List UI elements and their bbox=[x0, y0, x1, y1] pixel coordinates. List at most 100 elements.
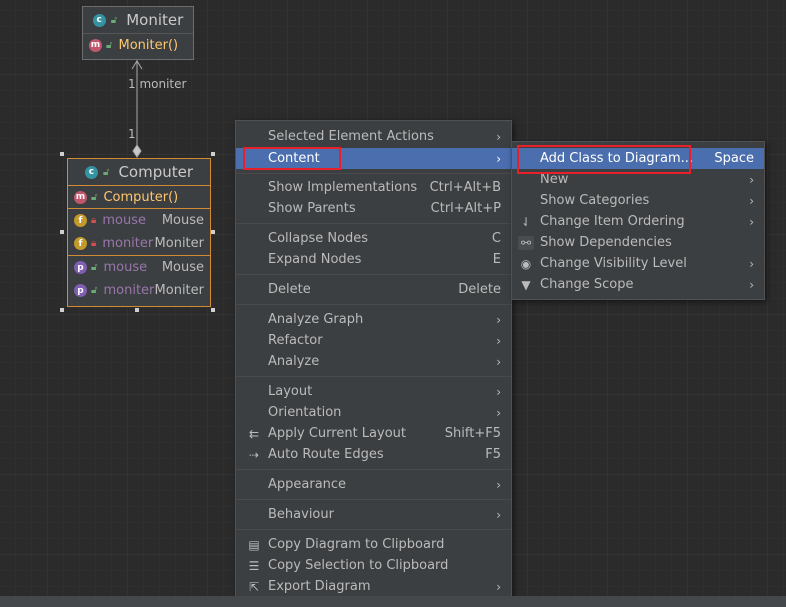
menu-item-shortcut: F5 bbox=[485, 447, 501, 462]
submenu-item-change-item-ordering[interactable]: ⇃ Change Item Ordering › bbox=[512, 211, 764, 232]
property-row[interactable]: p 🔓︎ mouse Mouse bbox=[68, 256, 210, 279]
unlock-icon: 🔓︎ bbox=[91, 262, 98, 273]
unlock-icon: 🔓︎ bbox=[102, 166, 110, 178]
chevron-right-icon: › bbox=[749, 172, 754, 187]
submenu-item-change-visibility-level[interactable]: ◉ Change Visibility Level › bbox=[512, 253, 764, 274]
menu-item-analyze[interactable]: Analyze › bbox=[236, 351, 511, 372]
chevron-right-icon: › bbox=[496, 354, 501, 369]
menu-item-shortcut: Delete bbox=[458, 282, 501, 297]
chevron-right-icon: › bbox=[749, 256, 754, 271]
menu-item-export-diagram[interactable]: ⇱ Export Diagram › bbox=[236, 576, 511, 597]
sort-icon: ⇃ bbox=[520, 214, 532, 229]
menu-item-shortcut: Ctrl+Alt+P bbox=[430, 201, 501, 216]
lock-icon: 🔒︎ bbox=[91, 238, 97, 249]
menu-item-label: Selected Element Actions bbox=[268, 129, 434, 144]
menu-item-auto-route-edges[interactable]: ⇢ Auto Route Edges F5 bbox=[236, 444, 511, 465]
lock-icon: 🔒︎ bbox=[91, 215, 97, 226]
class-icon: c bbox=[92, 13, 106, 27]
property-row[interactable]: p 🔓︎ moniter Moniter bbox=[68, 279, 210, 302]
menu-item-label: Change Visibility Level bbox=[540, 256, 687, 271]
chevron-right-icon: › bbox=[496, 312, 501, 327]
menu-item-copy-diagram[interactable]: ▤ Copy Diagram to Clipboard bbox=[236, 534, 511, 555]
menu-separator bbox=[236, 529, 511, 530]
menu-item-show-implementations[interactable]: Show Implementations Ctrl+Alt+B bbox=[236, 177, 511, 198]
menu-item-show-parents[interactable]: Show Parents Ctrl+Alt+P bbox=[236, 198, 511, 219]
menu-separator bbox=[236, 469, 511, 470]
resize-handle[interactable] bbox=[211, 308, 215, 312]
chevron-right-icon: › bbox=[496, 477, 501, 492]
resize-handle[interactable] bbox=[60, 308, 64, 312]
menu-item-layout[interactable]: Layout › bbox=[236, 381, 511, 402]
unlock-icon: 🔓︎ bbox=[110, 14, 118, 26]
menu-item-label: Orientation bbox=[268, 405, 342, 420]
property-name: mouse bbox=[103, 260, 148, 275]
chevron-right-icon: › bbox=[496, 507, 501, 522]
menu-separator bbox=[236, 304, 511, 305]
resize-handle[interactable] bbox=[211, 230, 215, 234]
menu-item-expand-nodes[interactable]: Expand Nodes E bbox=[236, 249, 511, 270]
menu-item-label: New bbox=[540, 172, 569, 187]
computer-class-name: Computer bbox=[118, 163, 194, 181]
chevron-right-icon: › bbox=[496, 405, 501, 420]
menu-item-label: Layout bbox=[268, 384, 313, 399]
menu-item-refactor[interactable]: Refactor › bbox=[236, 330, 511, 351]
field-row[interactable]: f 🔒︎ moniter Moniter bbox=[68, 232, 210, 256]
computer-constructor-row[interactable]: m 🔓︎ Computer() bbox=[68, 186, 210, 209]
property-type: Moniter bbox=[154, 283, 204, 298]
menu-item-selected-element-actions[interactable]: Selected Element Actions › bbox=[236, 126, 511, 147]
copy-selection-icon: ☰ bbox=[248, 558, 260, 573]
computer-class-header: c 🔓︎ Computer bbox=[68, 159, 210, 186]
constructor-label: Moniter() bbox=[118, 37, 179, 53]
menu-item-label: Show Categories bbox=[540, 193, 650, 208]
chevron-right-icon: › bbox=[496, 151, 501, 166]
link-icon: ⚯ bbox=[518, 235, 534, 250]
moniter-constructor-row[interactable]: m 🔓︎ Moniter() bbox=[83, 34, 193, 56]
edge-label-bottom: 1 bbox=[128, 127, 136, 141]
menu-item-apply-current-layout[interactable]: ⇇ Apply Current Layout Shift+F5 bbox=[236, 423, 511, 444]
menu-item-collapse-nodes[interactable]: Collapse Nodes C bbox=[236, 228, 511, 249]
menu-item-analyze-graph[interactable]: Analyze Graph › bbox=[236, 309, 511, 330]
menu-separator bbox=[236, 499, 511, 500]
menu-item-delete[interactable]: Delete Delete bbox=[236, 279, 511, 300]
resize-handle[interactable] bbox=[60, 230, 64, 234]
menu-item-shortcut: Shift+F5 bbox=[444, 426, 501, 441]
class-icon: c bbox=[84, 165, 98, 179]
moniter-class-name: Moniter bbox=[126, 11, 184, 29]
moniter-class-node[interactable]: c 🔓︎ Moniter m 🔓︎ Moniter() bbox=[82, 6, 194, 60]
chevron-right-icon: › bbox=[496, 129, 501, 144]
context-menu: Selected Element Actions › Content › Sho… bbox=[235, 120, 512, 604]
resize-handle[interactable] bbox=[60, 152, 64, 156]
unlock-icon: 🔓︎ bbox=[91, 285, 98, 296]
menu-item-label: Export Diagram bbox=[268, 579, 371, 594]
menu-item-label: Apply Current Layout bbox=[268, 426, 406, 441]
submenu-item-show-categories[interactable]: Show Categories › bbox=[512, 190, 764, 211]
filter-icon: ▼ bbox=[521, 277, 531, 292]
horizontal-scrollbar[interactable] bbox=[0, 596, 786, 607]
menu-item-shortcut: E bbox=[492, 252, 501, 267]
menu-item-copy-selection[interactable]: ☰ Copy Selection to Clipboard bbox=[236, 555, 511, 576]
submenu-item-show-dependencies[interactable]: ⚯ Show Dependencies bbox=[512, 232, 764, 253]
constructor-label: Computer() bbox=[103, 189, 179, 205]
chevron-right-icon: › bbox=[496, 384, 501, 399]
menu-item-label: Show Parents bbox=[268, 201, 356, 216]
menu-item-orientation[interactable]: Orientation › bbox=[236, 402, 511, 423]
resize-handle[interactable] bbox=[211, 152, 215, 156]
menu-item-label: Analyze bbox=[268, 354, 320, 369]
moniter-class-header: c 🔓︎ Moniter bbox=[83, 7, 193, 34]
menu-item-label: Behaviour bbox=[268, 507, 334, 522]
method-icon: m bbox=[89, 38, 102, 52]
menu-item-appearance[interactable]: Appearance › bbox=[236, 474, 511, 495]
resize-handle[interactable] bbox=[135, 308, 139, 312]
copy-diagram-icon: ▤ bbox=[248, 537, 260, 552]
apply-layout-icon: ⇇ bbox=[248, 426, 260, 441]
menu-separator bbox=[236, 376, 511, 377]
edge-label-top: 1 moniter bbox=[128, 77, 187, 91]
chevron-right-icon: › bbox=[749, 193, 754, 208]
menu-item-shortcut: C bbox=[491, 231, 501, 246]
submenu-item-change-scope[interactable]: ▼ Change Scope › bbox=[512, 274, 764, 295]
computer-class-node[interactable]: c 🔓︎ Computer m 🔓︎ Computer() f 🔒︎ mouse… bbox=[67, 158, 211, 307]
field-row[interactable]: f 🔒︎ mouse Mouse bbox=[68, 209, 210, 232]
menu-item-label: Copy Selection to Clipboard bbox=[268, 558, 449, 573]
unlock-icon: 🔓︎ bbox=[106, 39, 113, 51]
menu-item-behaviour[interactable]: Behaviour › bbox=[236, 504, 511, 525]
